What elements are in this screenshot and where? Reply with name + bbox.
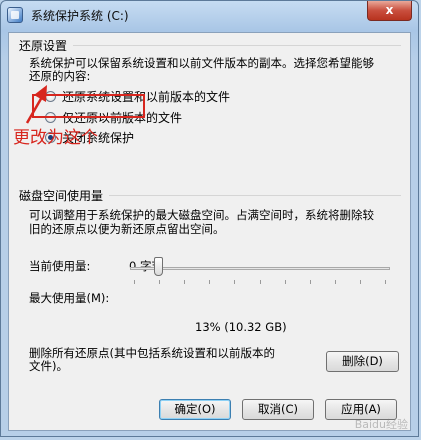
title-bar[interactable]: 系统保护系统 (C:) x <box>1 1 418 29</box>
slider-tick <box>309 280 311 284</box>
disk-description-line1: 可以调整用于系统保护的最大磁盘空间。占满空间时，系统将删除较 <box>29 208 374 222</box>
watermark: Baidu经验 <box>354 418 408 431</box>
system-protection-dialog: 系统保护系统 (C:) x 还原设置 系统保护可以保留系统设置和以前文件版本的副… <box>0 0 419 437</box>
delete-button[interactable]: 删除(D) <box>326 351 399 372</box>
current-usage-label: 当前使用量: <box>29 259 91 273</box>
slider-tick <box>259 280 261 284</box>
ok-button[interactable]: 确定(O) <box>159 399 231 420</box>
max-usage-slider-thumb[interactable] <box>154 257 164 276</box>
slider-tick <box>159 280 161 284</box>
annotation-text: 更改为这个 <box>13 128 98 148</box>
annotation-highlight-box <box>32 94 145 118</box>
disk-usage-title: 磁盘空间使用量 <box>19 189 104 203</box>
group-divider <box>73 45 401 46</box>
max-usage-value: 13% (10.32 GB) <box>195 320 287 334</box>
close-button[interactable]: x <box>367 1 412 21</box>
window-title: 系统保护系统 (C:) <box>31 9 129 23</box>
slider-tick <box>234 280 236 284</box>
disk-description-line2: 旧的还原点以便为新还原点留出空间。 <box>29 222 225 236</box>
slider-tick <box>134 280 135 284</box>
delete-description-line2: 文件)。 <box>29 359 68 373</box>
restore-settings-title: 还原设置 <box>19 39 68 53</box>
max-usage-label: 最大使用量(M): <box>29 291 110 305</box>
restore-description-line2: 还原的内容: <box>29 69 91 83</box>
max-usage-slider-track[interactable] <box>130 267 390 270</box>
slider-tick <box>359 280 361 284</box>
slider-tick <box>334 280 336 284</box>
slider-tick <box>184 280 186 284</box>
slider-tick <box>209 280 211 284</box>
group-divider <box>109 195 401 196</box>
dialog-content: 还原设置 系统保护可以保留系统设置和以前文件版本的副本。选择您希望能够 还原的内… <box>8 32 411 431</box>
system-protection-icon <box>7 7 23 23</box>
cancel-button[interactable]: 取消(C) <box>242 399 314 420</box>
slider-tick <box>385 280 386 284</box>
slider-tick <box>284 280 286 284</box>
